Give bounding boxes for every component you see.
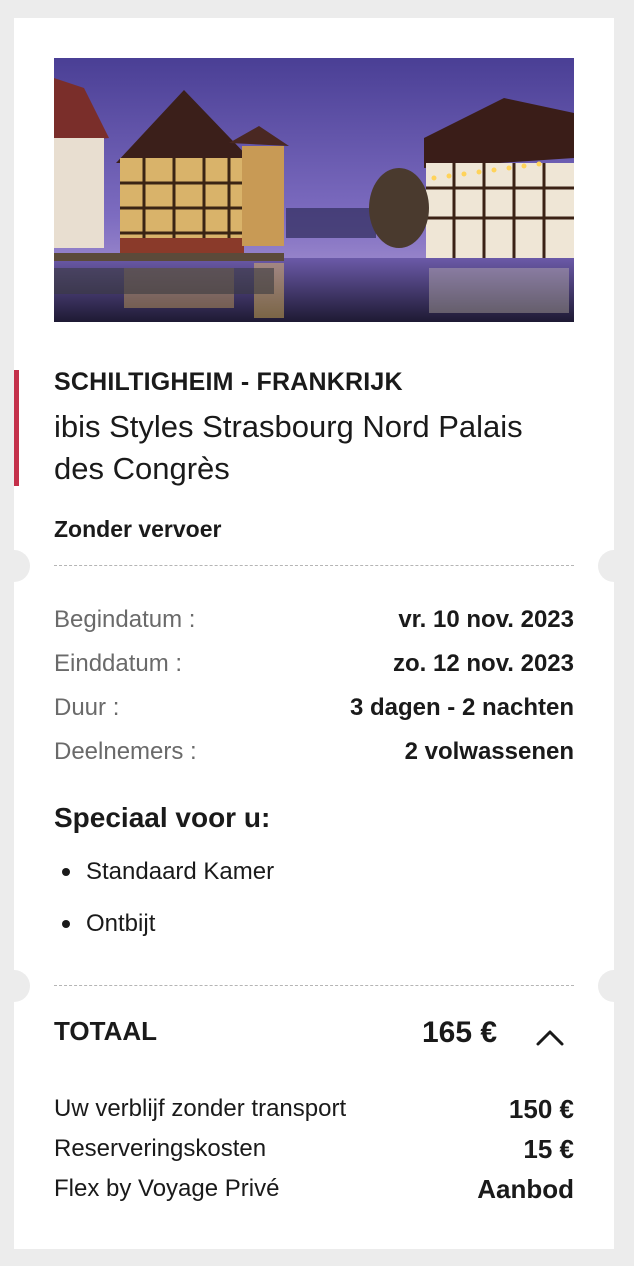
list-item-label: Ontbijt (86, 910, 156, 937)
bullet-icon (62, 920, 70, 928)
accent-bar (14, 370, 19, 486)
price-line-value: 150 € (508, 1093, 574, 1124)
list-item: Ontbijt (62, 910, 155, 938)
price-line-stay: Uw verblijf zonder transport 150 € (54, 1092, 574, 1126)
ticket-notch-left (0, 970, 30, 1002)
detail-row-end-date: Einddatum : zo. 12 nov. 2023 (54, 648, 574, 680)
price-line-value: 15 € (523, 1133, 574, 1164)
bullet-icon (62, 868, 70, 876)
price-line-label: Uw verblijf zonder transport (54, 1095, 347, 1122)
detail-label: Duur : (54, 694, 120, 721)
total-label: TOTAAL (54, 1016, 158, 1046)
list-item-label: Standaard Kamer (86, 858, 275, 885)
detail-value: 3 dagen - 2 nachten (349, 694, 574, 721)
detail-value: vr. 10 nov. 2023 (398, 606, 574, 633)
detail-value: 2 volwassenen (404, 738, 574, 765)
hotel-photo (54, 58, 574, 322)
booking-summary-card: SCHILTIGHEIM - FRANKRIJK ibis Styles Str… (0, 18, 630, 1249)
location-heading: SCHILTIGHEIM - FRANKRIJK (54, 368, 403, 396)
chevron-up-icon[interactable] (532, 1022, 568, 1050)
ticket-notch-right (598, 970, 630, 1002)
detail-row-start-date: Begindatum : vr. 10 nov. 2023 (54, 604, 574, 636)
price-line-label: Flex by Voyage Privé (54, 1175, 280, 1202)
detail-label: Begindatum : (54, 606, 196, 633)
special-offers-title: Speciaal voor u: (54, 802, 271, 833)
ticket-notch-left (0, 550, 30, 582)
price-line-booking-fee: Reserveringskosten 15 € (54, 1132, 574, 1166)
divider (54, 985, 574, 986)
detail-label: Deelnemers : (54, 738, 197, 765)
price-line-value: Aanbod (477, 1173, 574, 1204)
total-price: 165 € (422, 1016, 498, 1049)
divider (54, 565, 574, 566)
detail-label: Einddatum : (54, 650, 183, 677)
detail-value: zo. 12 nov. 2023 (393, 650, 574, 677)
price-line-label: Reserveringskosten (54, 1135, 267, 1162)
ticket-notch-right (598, 550, 630, 582)
list-item: Standaard Kamer (62, 858, 274, 886)
price-line-flex: Flex by Voyage Privé Aanbod (54, 1172, 574, 1206)
transport-option: Zonder vervoer (54, 516, 222, 542)
detail-row-participants: Deelnemers : 2 volwassenen (54, 736, 574, 768)
hotel-name: ibis Styles Strasbourg Nord Palais des C… (54, 409, 523, 486)
detail-row-duration: Duur : 3 dagen - 2 nachten (54, 692, 574, 724)
